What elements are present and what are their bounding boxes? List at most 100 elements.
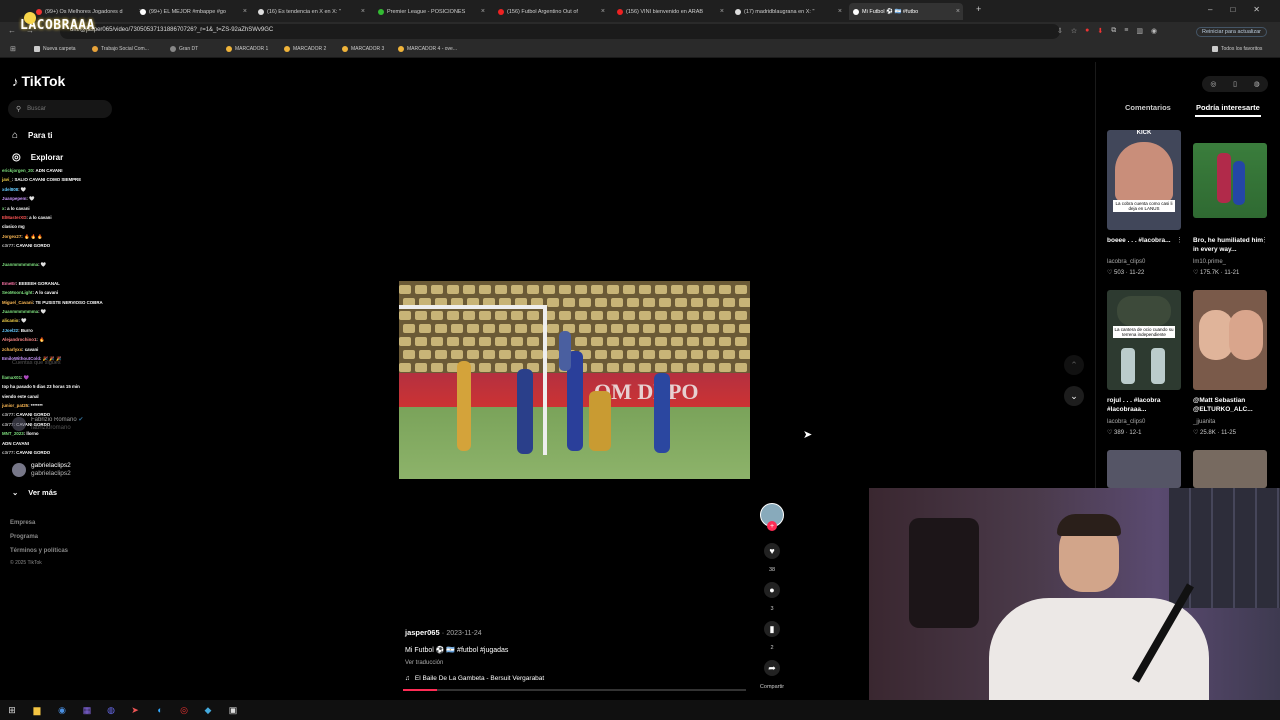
comment-button[interactable]: ● bbox=[764, 582, 780, 598]
app-icon[interactable]: ▦ bbox=[80, 703, 94, 717]
stadium-seat bbox=[399, 311, 411, 320]
video-player[interactable]: OM DEPO bbox=[399, 281, 750, 479]
card-title[interactable]: boeee . . . #lacobra... bbox=[1107, 236, 1181, 245]
card-title[interactable]: @Matt Sebastian @ELTURKO_ALC... bbox=[1193, 396, 1267, 414]
card-thumbnail[interactable] bbox=[1107, 450, 1181, 488]
card-user[interactable]: lm10.prime_ bbox=[1193, 259, 1226, 265]
chat-username: Juanpepem bbox=[2, 196, 27, 202]
extensions-icon[interactable]: ⧉ bbox=[1111, 27, 1116, 35]
tab-podria-interesarte[interactable]: Podría interesarte bbox=[1196, 103, 1260, 112]
translate-link[interactable]: Ver traducción bbox=[405, 660, 443, 666]
card-title[interactable]: rojul . . . #lacobra #lacobraaa... bbox=[1107, 396, 1181, 414]
install-icon[interactable]: ⇩ bbox=[1057, 27, 1063, 35]
browser-tab[interactable]: (99+) EL MEJOR #mbappe #go × bbox=[136, 3, 250, 20]
browser-tab[interactable]: Premier League - POSICIONES × bbox=[374, 3, 488, 20]
card-thumbnail[interactable] bbox=[1193, 290, 1267, 390]
app-icon[interactable]: ➤ bbox=[128, 703, 142, 717]
sidebar-icon[interactable]: ▥ bbox=[1136, 27, 1143, 35]
video-author[interactable]: jasper065 bbox=[405, 628, 440, 637]
bookmark-item[interactable]: MARCADOR 3 bbox=[342, 46, 384, 52]
close-window-icon[interactable]: ✕ bbox=[1253, 5, 1260, 14]
card-user[interactable]: _jjuanita bbox=[1193, 419, 1215, 425]
card-thumbnail[interactable]: KICK La cobra cuenta como casi li deja e… bbox=[1107, 130, 1181, 230]
card-title[interactable]: Bro, he humiliated him in every way... bbox=[1193, 236, 1267, 254]
follow-plus-icon[interactable]: + bbox=[767, 521, 777, 531]
panel-mode-toggle[interactable]: ◎ ▯ ◍ bbox=[1202, 76, 1268, 92]
card-thumbnail[interactable] bbox=[1193, 143, 1267, 218]
card-user[interactable]: lacobra_clips0 bbox=[1107, 419, 1145, 425]
bookmark-item[interactable]: MARCADOR 1 bbox=[226, 46, 268, 52]
stadium-seat bbox=[627, 298, 639, 307]
browser-tab[interactable]: Mi Futbol ⚽ 🇦🇷 #futbo × bbox=[849, 3, 963, 20]
url-text[interactable]: om/@jasper065/video/7305053713188670726?… bbox=[70, 27, 273, 33]
bookmark-item[interactable]: MARCADOR 2 bbox=[284, 46, 326, 52]
tab-comentarios[interactable]: Comentarios bbox=[1125, 103, 1171, 112]
phone-icon[interactable]: ▯ bbox=[1233, 80, 1237, 88]
card-user[interactable]: lacobra_clips0 bbox=[1107, 259, 1145, 265]
chat-text: a lo cavani bbox=[29, 215, 52, 220]
chrome-icon[interactable]: ◉ bbox=[55, 703, 69, 717]
update-button[interactable]: Reiniciar para actualizar bbox=[1196, 27, 1267, 37]
bookmark-item[interactable]: Gran DT bbox=[170, 46, 198, 52]
back-icon[interactable]: ← bbox=[8, 26, 16, 35]
browser-tab[interactable]: (16) Es tendencia en X en X: " × bbox=[254, 3, 368, 20]
browser-tab[interactable]: (156) Futbol Argentino Out of × bbox=[494, 3, 608, 20]
account-gabrielaclips2[interactable]: gabrielaclips2 gabrielaclips2 bbox=[12, 462, 71, 478]
all-bookmarks[interactable]: Todos los favoritos bbox=[1212, 46, 1262, 52]
star-icon[interactable]: ☆ bbox=[1071, 27, 1077, 35]
browser-tab[interactable]: (17) madridblaugrana en X: " × bbox=[731, 3, 845, 20]
maximize-icon[interactable]: □ bbox=[1230, 5, 1235, 14]
video-progress-track[interactable] bbox=[403, 689, 746, 691]
search-input[interactable]: ⚲ Buscar bbox=[8, 100, 112, 118]
bookmark-item[interactable]: Trabajo Social Com... bbox=[92, 46, 149, 52]
account-fabrizio[interactable]: Fabrizio Romano ✔ fabrizioromano bbox=[12, 416, 83, 432]
menu-lines-icon[interactable]: ≡ bbox=[1124, 27, 1128, 35]
footer-programa[interactable]: Programa bbox=[10, 534, 38, 540]
compass-icon[interactable]: ◎ bbox=[1210, 80, 1216, 88]
share-button[interactable]: ➦ bbox=[764, 660, 780, 676]
card-thumbnail[interactable] bbox=[1193, 450, 1267, 488]
tab-close-icon[interactable]: × bbox=[601, 8, 605, 15]
ver-mas-button[interactable]: ⌄ Ver más bbox=[12, 488, 57, 497]
windows-start-icon[interactable]: ⊞ bbox=[5, 703, 19, 717]
tiktok-logo[interactable]: ♪ TikTok bbox=[12, 73, 65, 89]
app-icon[interactable]: ◐ bbox=[153, 703, 167, 717]
tab-close-icon[interactable]: × bbox=[243, 8, 247, 15]
tab-close-icon[interactable]: × bbox=[956, 8, 960, 15]
tab-label: (99+) Os Melhores Jogadores d bbox=[45, 8, 123, 15]
record-icon[interactable]: ● bbox=[1085, 27, 1089, 35]
footer-terminos[interactable]: Términos y políticas bbox=[10, 548, 68, 554]
tab-close-icon[interactable]: × bbox=[481, 8, 485, 15]
stadium-seat bbox=[623, 311, 635, 320]
footer-empresa[interactable]: Empresa bbox=[10, 520, 35, 526]
app-icon[interactable]: ◆ bbox=[201, 703, 215, 717]
tab-close-icon[interactable]: × bbox=[361, 8, 365, 15]
file-explorer-icon[interactable]: ▆ bbox=[30, 703, 44, 717]
bookmark-item[interactable]: Nueva carpeta bbox=[34, 46, 76, 52]
nav-para-ti[interactable]: ⌂ Para ti bbox=[12, 130, 53, 141]
obs-icon[interactable]: ◎ bbox=[177, 703, 191, 717]
profile-icon[interactable]: ◉ bbox=[1151, 27, 1157, 35]
next-video-button[interactable]: ⌄ bbox=[1064, 386, 1084, 406]
new-tab-button[interactable]: + bbox=[976, 4, 981, 14]
tab-close-icon[interactable]: × bbox=[720, 8, 724, 15]
app-icon[interactable]: ▣ bbox=[226, 703, 240, 717]
window-controls[interactable]: – □ ✕ bbox=[1208, 5, 1260, 14]
like-button[interactable]: ♥ bbox=[764, 543, 780, 559]
chat-text: A lo cavani bbox=[35, 290, 59, 296]
bookmark-item[interactable]: MARCADOR 4 - ove... bbox=[398, 46, 457, 52]
more-options-icon[interactable]: ⋮ bbox=[1261, 236, 1268, 244]
download-icon[interactable]: ⬇ bbox=[1097, 27, 1103, 35]
minimize-icon[interactable]: – bbox=[1208, 5, 1212, 14]
music-line[interactable]: ♫ El Baile De La Gambeta - Bersuit Verga… bbox=[405, 675, 544, 682]
save-button[interactable]: ▮ bbox=[764, 621, 780, 637]
discord-icon[interactable]: ◍ bbox=[104, 703, 118, 717]
nav-explorar[interactable]: ◎ Explorar bbox=[12, 152, 63, 163]
prev-video-button[interactable]: ⌃ bbox=[1064, 355, 1084, 375]
apps-icon[interactable]: ⊞ bbox=[10, 45, 16, 53]
globe-icon[interactable]: ◍ bbox=[1254, 80, 1260, 88]
tab-close-icon[interactable]: × bbox=[838, 8, 842, 15]
browser-tab[interactable]: (156) VINI bienvenido en ARAB × bbox=[613, 3, 727, 20]
card-thumbnail[interactable]: La cantera de ocio cuando su terrena ind… bbox=[1107, 290, 1181, 390]
more-options-icon[interactable]: ⋮ bbox=[1176, 236, 1183, 244]
